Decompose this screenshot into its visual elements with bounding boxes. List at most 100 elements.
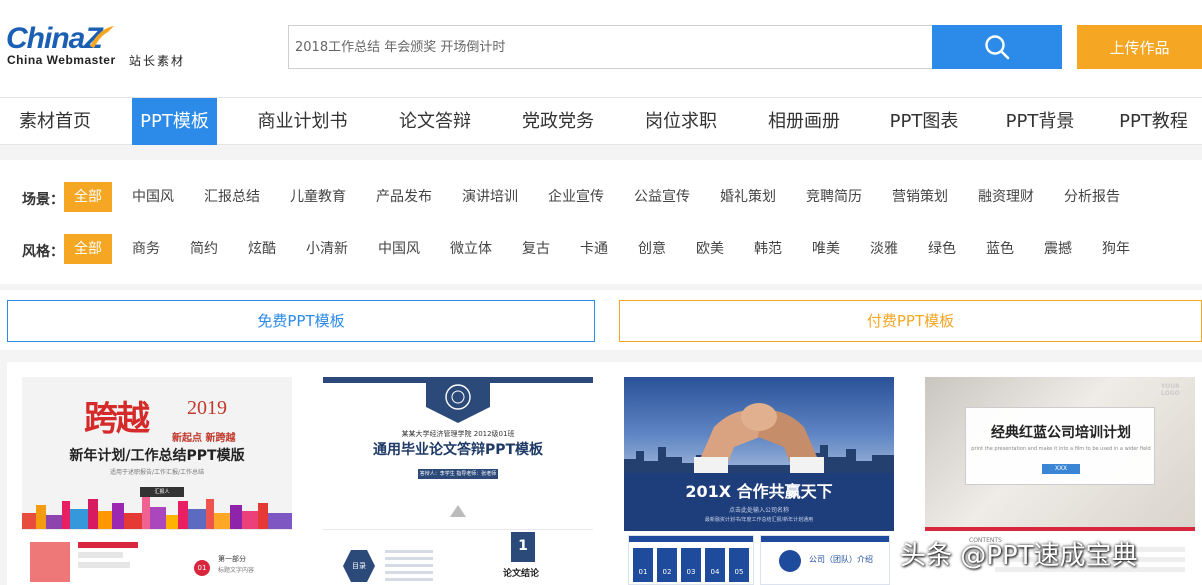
style-tag[interactable]: 狗年 xyxy=(1102,234,1130,264)
section-title: 第一部分 xyxy=(218,555,246,563)
university-emblem-icon xyxy=(426,377,490,423)
card-button: XXX xyxy=(1042,464,1080,474)
paid-templates-tab[interactable]: 付费PPT模板 xyxy=(619,300,1202,342)
card-year: 2019 xyxy=(187,397,227,419)
watermark-text: 头条 @PPT速成宝典 xyxy=(900,541,1138,571)
search-box xyxy=(288,25,932,69)
header: ChinaZ China Webmaster 站长素材 上传作品 xyxy=(0,0,1202,97)
style-tag[interactable]: 卡通 xyxy=(580,234,608,264)
template-card-cooperation[interactable]: 201X 合作共赢天下 点击此处输入公司名称 最新融资计划书/年度工作总结汇报/… xyxy=(624,377,894,585)
handshake-illustration xyxy=(694,403,824,473)
triangle-decoration xyxy=(450,505,466,517)
scene-tag[interactable]: 演讲培训 xyxy=(462,182,518,212)
free-templates-tab[interactable]: 免费PPT模板 xyxy=(7,300,595,342)
content-tile: 02 xyxy=(657,548,677,582)
search-icon xyxy=(985,35,1010,60)
scene-tag[interactable]: 竞聘简历 xyxy=(806,182,862,212)
scene-tag-all[interactable]: 全部 xyxy=(64,182,112,212)
style-filter-label: 风格： xyxy=(22,244,64,260)
contents-slide: 01 02 03 04 05 xyxy=(628,535,754,585)
logo-subtitle: China Webmaster xyxy=(7,53,116,67)
template-type-tabs: 免费PPT模板 付费PPT模板 xyxy=(0,290,1202,350)
template-card-thesis-defense[interactable]: 某某大学经济管理学院 2012级01班 通用毕业论文答辩PPT模板 答辩人：李学… xyxy=(323,377,593,585)
your-logo-label: YOUR LOGO xyxy=(1161,383,1180,397)
nav-item-thesis-defense[interactable]: 论文答辩 xyxy=(382,98,488,145)
team-title: 公司（团队）介绍 xyxy=(809,555,873,564)
scene-tag[interactable]: 汇报总结 xyxy=(204,182,260,212)
content-tile: 01 xyxy=(633,548,653,582)
filter-panel: 场景： 全部 中国风 汇报总结 儿童教育 产品发布 演讲培训 企业宣传 公益宣传… xyxy=(0,160,1202,284)
style-tag[interactable]: 中国风 xyxy=(378,234,420,264)
style-tag[interactable]: 震撼 xyxy=(1044,234,1072,264)
style-tag[interactable]: 绿色 xyxy=(928,234,956,264)
main-nav: 素材首页 PPT模板 商业计划书 论文答辩 党政党务 岗位求职 相册画册 PPT… xyxy=(0,97,1202,145)
style-tag[interactable]: 微立体 xyxy=(450,234,492,264)
chapter-number-box: 1 xyxy=(511,532,535,562)
style-tag[interactable]: 欧美 xyxy=(696,234,724,264)
nav-item-ppt-backgrounds[interactable]: PPT背景 xyxy=(990,98,1090,145)
nav-item-party-affairs[interactable]: 党政党务 xyxy=(505,98,611,145)
content-tile: 04 xyxy=(705,548,725,582)
nav-item-ppt-tutorials[interactable]: PPT教程 xyxy=(1105,98,1202,145)
toc-lines xyxy=(385,550,445,584)
card-subtitle: print the presentation and make it into … xyxy=(971,446,1151,452)
card-defender-info: 答辩人：李学生 指导老师：张老师 xyxy=(418,469,498,479)
card-title: 新年计划/工作总结PPT模版 xyxy=(69,448,245,464)
scene-tag[interactable]: 融资理财 xyxy=(978,182,1034,212)
scene-tag[interactable]: 儿童教育 xyxy=(290,182,346,212)
nav-item-ppt-charts[interactable]: PPT图表 xyxy=(874,98,974,145)
title-panel: 经典红蓝公司培训计划 print the presentation and ma… xyxy=(965,407,1155,485)
city-skyline-illustration xyxy=(22,497,292,529)
style-tag[interactable]: 小清新 xyxy=(306,234,348,264)
section-text: 标题文字内容 xyxy=(218,567,255,574)
scene-tag[interactable]: 产品发布 xyxy=(376,182,432,212)
scene-tag[interactable]: 中国风 xyxy=(132,182,174,212)
nav-item-photo-album[interactable]: 相册画册 xyxy=(751,98,857,145)
team-icon xyxy=(779,550,801,572)
section-number-badge: 01 xyxy=(194,560,210,576)
style-tag[interactable]: 淡雅 xyxy=(870,234,898,264)
style-tag[interactable]: 蓝色 xyxy=(986,234,1014,264)
card-preview-top: 跨越 2019 新起点 新跨越 新年计划/工作总结PPT模版 适用于述职报告/工… xyxy=(22,377,292,529)
style-tag[interactable]: 创意 xyxy=(638,234,666,264)
card-title: 经典红蓝公司培训计划 xyxy=(991,425,1131,441)
card-headline: 跨越 xyxy=(84,399,150,439)
style-tag[interactable]: 复古 xyxy=(522,234,550,264)
slide-text-lines xyxy=(78,542,148,582)
nav-item-ppt-templates[interactable]: PPT模板 xyxy=(132,98,217,145)
search-input[interactable] xyxy=(289,26,932,68)
style-tag[interactable]: 简约 xyxy=(190,234,218,264)
scene-tag[interactable]: 公益宣传 xyxy=(634,182,690,212)
card-preview-bottom: 目录 1 论文结论 xyxy=(323,529,593,585)
scene-tag[interactable]: 营销策划 xyxy=(892,182,948,212)
toc-hexagon: 目录 xyxy=(343,550,375,582)
content-tile: 03 xyxy=(681,548,701,582)
style-tag[interactable]: 韩范 xyxy=(754,234,782,264)
scene-filter-label: 场景： xyxy=(22,192,64,208)
style-tag[interactable]: 唯美 xyxy=(812,234,840,264)
card-school-name: 某某大学经济管理学院 2012级01班 xyxy=(401,430,515,438)
search-button[interactable] xyxy=(932,25,1062,69)
card-preview-bottom: 01 02 03 04 05 公司（团队）介绍 xyxy=(624,531,894,585)
style-tag[interactable]: 商务 xyxy=(132,234,160,264)
nav-item-home[interactable]: 素材首页 xyxy=(0,98,110,145)
template-card-new-year-plan[interactable]: 跨越 2019 新起点 新跨越 新年计划/工作总结PPT模版 适用于述职报告/工… xyxy=(22,377,292,585)
style-tag-all[interactable]: 全部 xyxy=(64,234,112,264)
team-slide: 公司（团队）介绍 xyxy=(760,535,890,585)
scene-tag[interactable]: 婚礼策划 xyxy=(720,182,776,212)
upload-button[interactable]: 上传作品 xyxy=(1077,25,1202,69)
card-title: 通用毕业论文答辩PPT模板 xyxy=(372,442,544,458)
logo-subtitle-cn: 站长素材 xyxy=(129,54,186,68)
card-subtitle: 点击此处输入公司名称 xyxy=(728,507,789,514)
card-preview-bottom: 01 第一部分 标题文字内容 xyxy=(22,529,292,585)
style-tag[interactable]: 炫酷 xyxy=(248,234,276,264)
scene-tag[interactable]: 分析报告 xyxy=(1064,182,1120,212)
nav-item-business-plan[interactable]: 商业计划书 xyxy=(245,98,360,145)
card-preview-top: 某某大学经济管理学院 2012级01班 通用毕业论文答辩PPT模板 答辩人：李学… xyxy=(323,377,593,527)
card-caption: 最新融资计划书/年度工作总结汇报/新年计划通用 xyxy=(704,517,814,523)
logo-swoosh-icon xyxy=(90,26,114,48)
card-title: 201X 合作共赢天下 xyxy=(685,482,833,501)
nav-item-job-search[interactable]: 岗位求职 xyxy=(628,98,734,145)
site-logo[interactable]: ChinaZ China Webmaster 站长素材 xyxy=(6,22,206,72)
scene-tag[interactable]: 企业宣传 xyxy=(548,182,604,212)
